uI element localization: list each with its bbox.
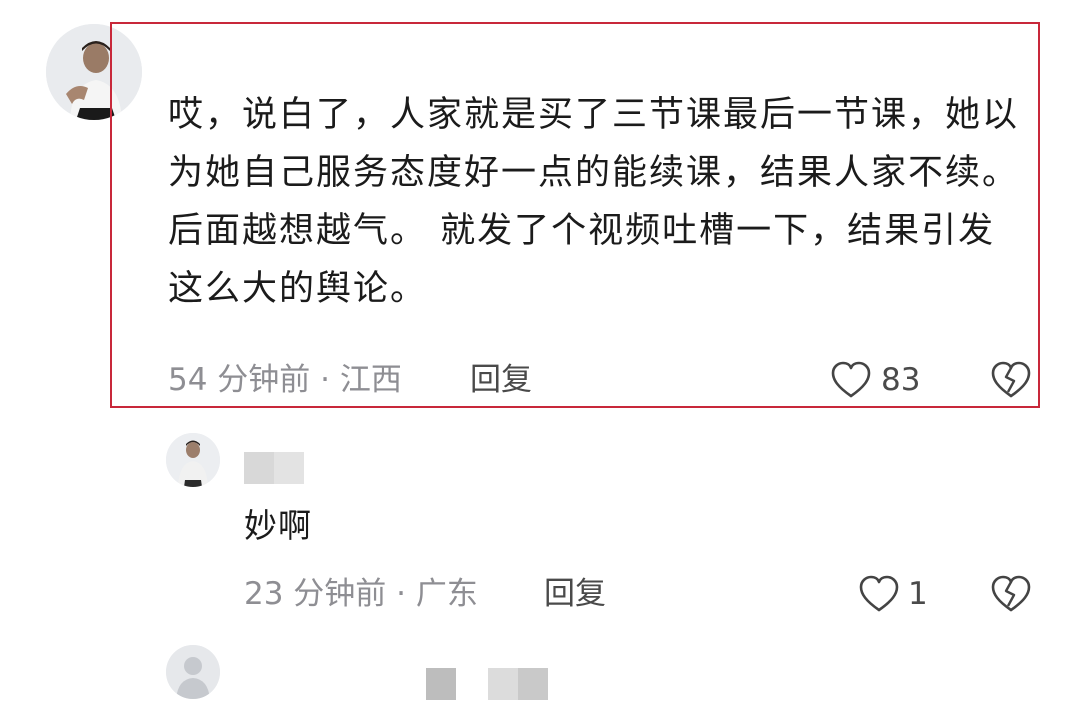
comment-meta: 54 分钟前 · 江西	[168, 362, 402, 398]
avatar-image	[166, 433, 220, 487]
comment-text: 妙啊	[244, 506, 312, 545]
heart-outline-icon[interactable]	[858, 574, 900, 614]
avatar[interactable]	[166, 433, 220, 487]
heart-outline-icon[interactable]	[830, 360, 872, 400]
username-redacted	[244, 452, 304, 484]
avatar[interactable]	[166, 645, 220, 699]
broken-heart-icon[interactable]	[990, 574, 1032, 614]
broken-heart-icon[interactable]	[990, 360, 1032, 400]
username-redacted	[426, 668, 548, 700]
default-avatar-icon	[166, 645, 220, 699]
comment-text: 哎，说白了，人家就是买了三节课最后一节课，她以为她自己服务态度好一点的能续课，结…	[168, 95, 1020, 309]
reply-button[interactable]: 回复	[544, 576, 606, 612]
reply-button[interactable]: 回复	[470, 362, 532, 398]
like-count: 83	[881, 362, 921, 398]
like-count: 1	[908, 576, 928, 612]
comment-meta: 23 分钟前 · 广东	[244, 576, 478, 612]
